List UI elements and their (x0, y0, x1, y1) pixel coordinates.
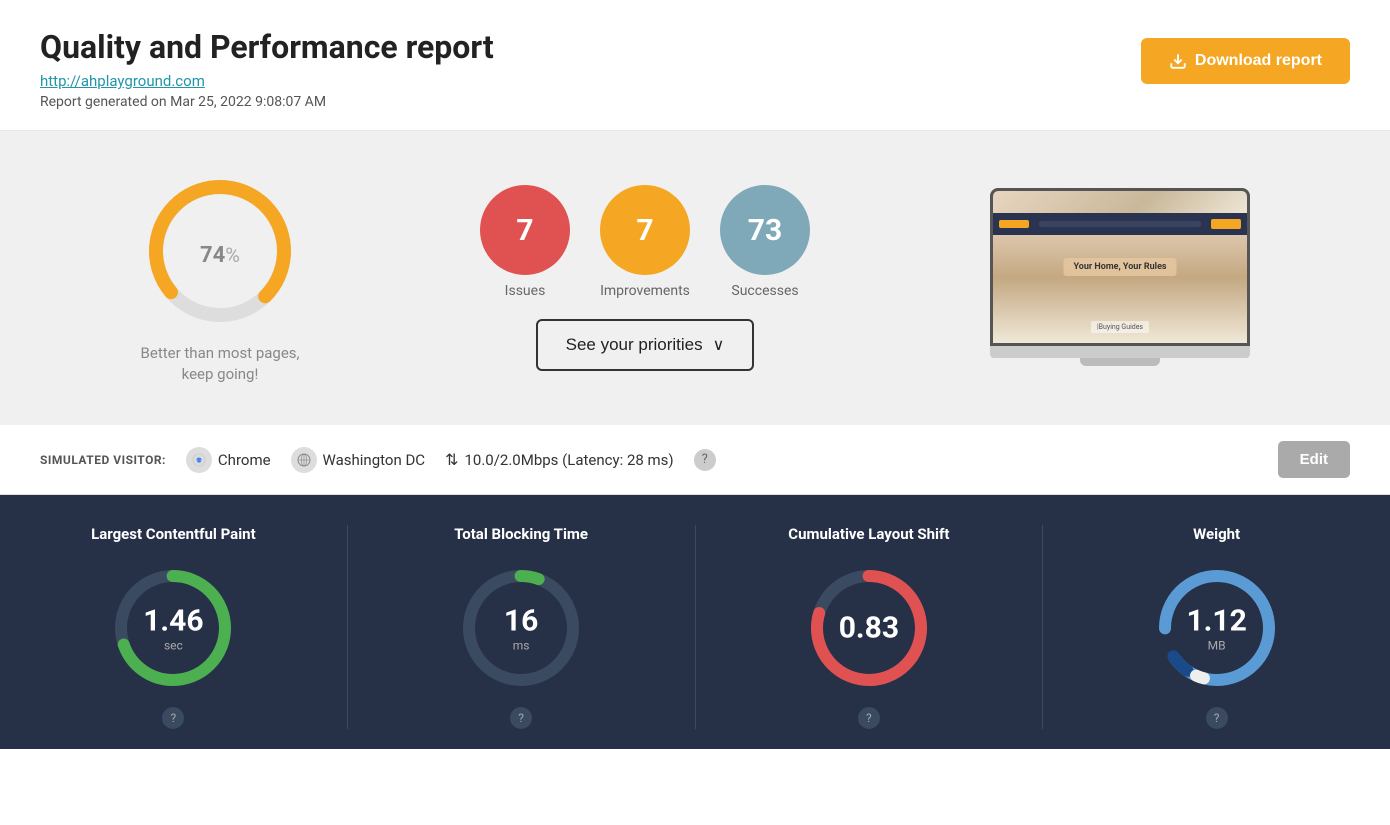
header-left: Quality and Performance report http://ah… (40, 28, 494, 110)
screen-overlay-text: Your Home, Your Rules (1063, 258, 1176, 276)
visitor-left: SIMULATED VISITOR: Chrome Washin (40, 447, 716, 473)
stats-circles: 7 Issues 7 Improvements 73 Successes (480, 185, 810, 299)
visitor-browser: Chrome (186, 447, 271, 473)
nav-logo (999, 220, 1029, 228)
successes-stat: 73 Successes (720, 185, 810, 299)
score-value: 74% (200, 231, 240, 271)
improvements-stat: 7 Improvements (600, 185, 690, 299)
cls-metric: Cumulative Layout Shift 0.83 ? (696, 525, 1044, 729)
tbt-metric: Total Blocking Time 16 ms ? (348, 525, 696, 729)
visitor-label: SIMULATED VISITOR: (40, 453, 166, 467)
weight-metric: Weight 1.12 MB ? (1043, 525, 1390, 729)
issues-circle: 7 (480, 185, 570, 275)
laptop-preview: Your Home, Your Rules |Buying Guides (990, 188, 1250, 368)
improvements-circle: 7 (600, 185, 690, 275)
summary-section: 74% Better than most pages,keep going! 7… (0, 131, 1390, 425)
tbt-value-container: 16 ms (504, 604, 538, 653)
visitor-location: Washington DC (291, 447, 426, 473)
lcp-donut: 1.46 sec (108, 563, 238, 693)
screen-content: Your Home, Your Rules |Buying Guides (993, 191, 1247, 343)
page-title: Quality and Performance report (40, 28, 494, 66)
weight-value-container: 1.12 MB (1186, 604, 1246, 653)
edit-button[interactable]: Edit (1278, 441, 1350, 478)
nav-cta (1211, 219, 1241, 229)
screen-nav (993, 213, 1247, 235)
issues-stat: 7 Issues (480, 185, 570, 299)
visitor-speed: ⇅ 10.0/2.0Mbps (Latency: 28 ms) (445, 450, 674, 469)
nav-links (1039, 221, 1201, 227)
screen-bottom-text: |Buying Guides (1091, 321, 1149, 333)
weight-info-icon[interactable]: ? (1206, 707, 1228, 729)
metrics-section: Largest Contentful Paint 1.46 sec ? Tota… (0, 495, 1390, 749)
chevron-down-icon: ∨ (713, 335, 725, 355)
score-donut: 74% (140, 171, 300, 331)
report-date: Report generated on Mar 25, 2022 9:08:07… (40, 94, 494, 110)
weight-donut: 1.12 MB (1152, 563, 1282, 693)
help-icon[interactable]: ? (694, 449, 716, 471)
chrome-icon (186, 447, 212, 473)
laptop-base (990, 346, 1250, 358)
cls-donut: 0.83 (804, 563, 934, 693)
site-url[interactable]: http://ahplayground.com (40, 72, 494, 90)
cls-info-icon[interactable]: ? (858, 707, 880, 729)
successes-circle: 73 (720, 185, 810, 275)
score-container: 74% Better than most pages,keep going! (140, 171, 300, 385)
see-priorities-button[interactable]: See your priorities ∨ (536, 319, 755, 371)
cls-value-container: 0.83 (839, 611, 899, 646)
lcp-metric: Largest Contentful Paint 1.46 sec ? (0, 525, 348, 729)
tbt-donut: 16 ms (456, 563, 586, 693)
lcp-value-container: 1.46 sec (143, 604, 203, 653)
visitor-bar: SIMULATED VISITOR: Chrome Washin (0, 425, 1390, 495)
page-header: Quality and Performance report http://ah… (0, 0, 1390, 131)
stats-container: 7 Issues 7 Improvements 73 Successes See… (480, 185, 810, 371)
laptop-screen: Your Home, Your Rules |Buying Guides (990, 188, 1250, 346)
download-icon (1169, 52, 1187, 70)
location-icon (291, 447, 317, 473)
lcp-info-icon[interactable]: ? (162, 707, 184, 729)
speed-icon: ⇅ (445, 450, 458, 469)
laptop-stand (1080, 358, 1160, 366)
tbt-info-icon[interactable]: ? (510, 707, 532, 729)
download-report-button[interactable]: Download report (1141, 38, 1350, 84)
